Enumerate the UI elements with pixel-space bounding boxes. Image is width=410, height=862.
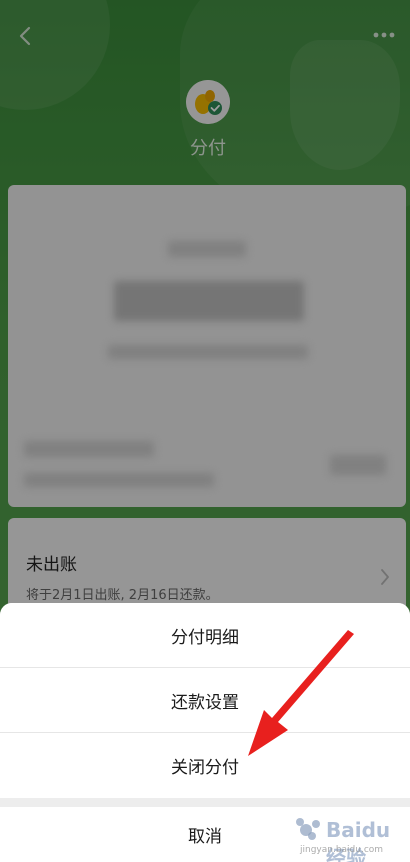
red-arrow-annotation-icon bbox=[248, 630, 354, 756]
watermark-text: Baidu经验 bbox=[326, 818, 391, 862]
watermark-url: jingyan.baidu.com bbox=[300, 845, 384, 855]
